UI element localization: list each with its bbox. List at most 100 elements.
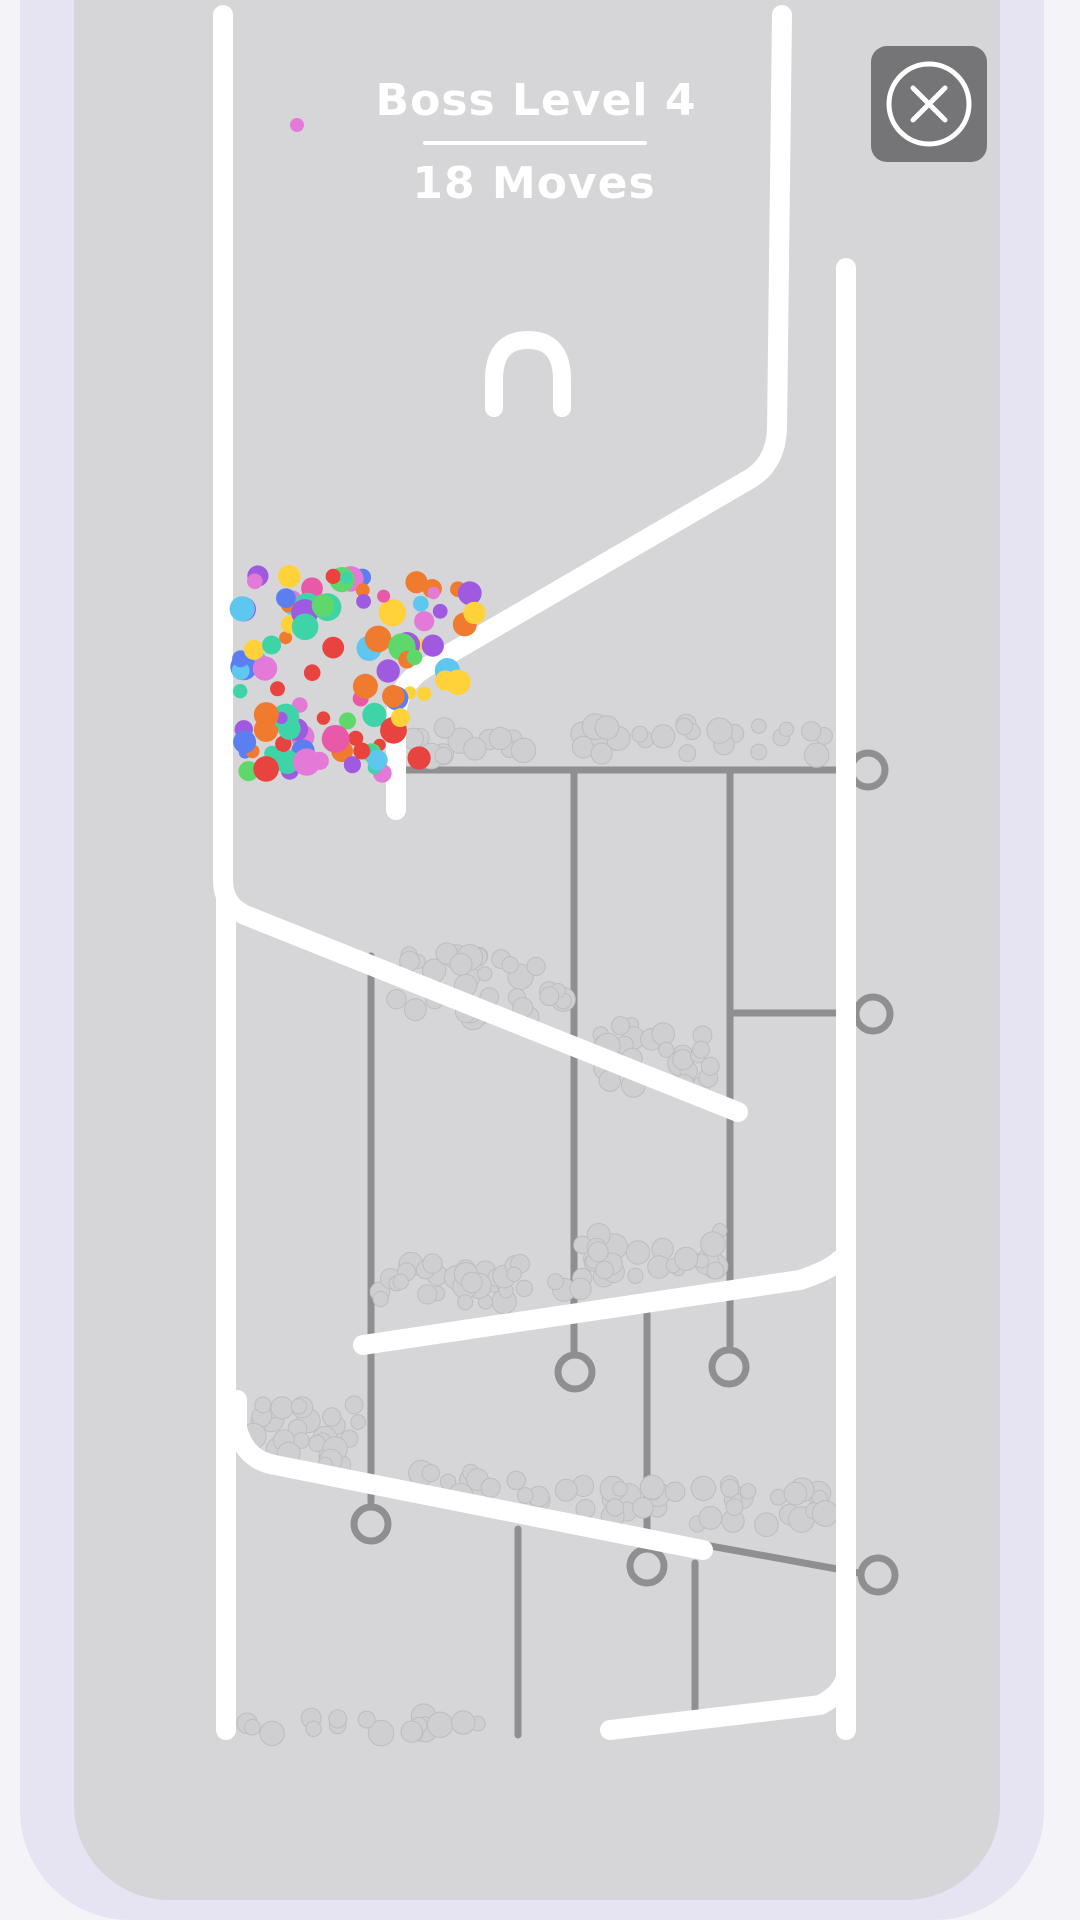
gray-ball [672,1049,694,1071]
colored-balls [229,118,486,783]
gray-ball [698,1506,723,1530]
colored-ball [321,725,350,753]
gray-ball [590,742,613,765]
colored-ball [229,596,255,622]
close-icon[interactable] [871,46,987,162]
colored-ball [390,708,410,728]
gray-ball [665,1481,686,1503]
colored-ball [463,601,486,625]
gray-ball [610,1016,631,1036]
pin-handle-6[interactable] [626,1545,668,1587]
colored-ball [364,625,392,653]
colored-ball [252,656,278,681]
colored-ball [377,589,391,603]
gray-ball [344,1395,364,1415]
gray-ball [783,1481,808,1506]
colored-ball [262,635,282,655]
colored-ball [421,634,444,657]
gray-ball [554,1478,578,1502]
magnet-arch [485,331,571,417]
gray-ball [322,1407,342,1427]
colored-ball [340,571,353,584]
gray-ball [305,1720,322,1738]
colored-ball [253,702,279,728]
gray-ball [631,725,649,743]
gray-ball [457,1294,474,1311]
pin-handle-3[interactable] [554,1351,596,1393]
gray-ball [434,746,453,765]
colored-ball [412,595,429,612]
colored-ball [356,594,371,609]
gray-ball [357,1710,376,1729]
colored-ball [405,571,428,594]
colored-ball [406,649,423,666]
puzzle-board [213,5,899,1747]
gray-ball [595,1260,614,1280]
colored-ball [376,659,400,683]
gray-ball [290,1398,308,1415]
gray-balls [236,713,839,1747]
gray-ball [651,724,676,749]
gray-ball [350,1414,366,1430]
gray-ball [678,744,697,763]
gray-ball [451,1710,476,1735]
gray-ball [515,1279,533,1298]
gray-ball [526,956,546,977]
gray-ball [463,737,487,761]
colored-ball [277,565,301,588]
gray-ball [674,1246,699,1271]
colored-ball [457,581,482,606]
gray-ball [625,1240,651,1265]
gray-ball [539,986,560,1007]
close-button[interactable] [871,46,987,162]
gray-ball [386,989,407,1010]
pin-handle-7[interactable] [857,1554,899,1596]
gray-ball [700,1231,726,1257]
gray-ball [651,1022,676,1046]
gray-ball [480,1477,501,1498]
gray-ball [392,1273,409,1290]
pin-handle-4[interactable] [708,1346,750,1388]
colored-ball [435,670,456,691]
gray-ball [449,952,473,976]
colored-ball [427,586,440,600]
pin-handle-1[interactable] [847,749,889,791]
gray-ball [706,1261,725,1280]
gray-ball [506,1266,522,1283]
colored-ball [382,685,405,708]
gray-ball [417,1284,438,1305]
colored-ball [311,594,335,617]
colored-ball [432,603,448,619]
colored-ball [303,664,321,681]
pin-handle-2[interactable] [852,993,894,1035]
gray-ball [547,1273,564,1291]
gray-ball [422,1253,443,1274]
gray-ball [739,1483,757,1500]
gray-ball [403,998,427,1022]
gray-ball [426,1711,454,1739]
gray-ball [778,721,795,737]
gray-ball [587,1241,609,1263]
pin-handle-5[interactable] [350,1503,392,1545]
colored-ball [353,742,371,760]
gray-ball [254,1396,272,1414]
gray-ball [506,1470,526,1491]
colored-ball [417,686,432,701]
gray-ball [725,1498,744,1516]
colored-ball [352,673,378,699]
gray-ball [433,717,456,739]
gray-ball [488,726,512,751]
colored-ball [243,639,265,660]
colored-ball [247,573,263,590]
moves-count: 18 Moves [412,158,656,209]
colored-ball [253,756,279,782]
gray-ball [328,1709,348,1729]
gray-ball [594,715,620,740]
gray-ball [801,721,822,742]
wall-ledge-bottom [600,1670,855,1740]
gray-ball [754,1512,779,1537]
gray-ball [244,1718,261,1736]
gray-ball [720,1478,740,1498]
colored-ball [322,636,345,659]
gray-ball [605,1498,625,1517]
